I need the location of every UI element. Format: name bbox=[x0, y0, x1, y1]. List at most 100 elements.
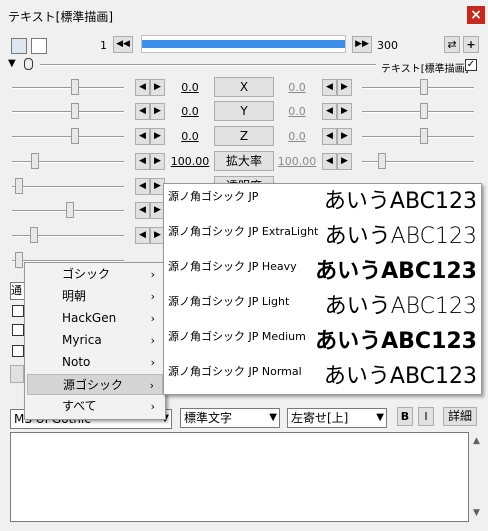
frame-slider-fill bbox=[142, 40, 345, 48]
slider-track-left[interactable] bbox=[12, 161, 124, 163]
increment-end-button[interactable]: ▶ bbox=[337, 153, 352, 170]
font-option[interactable]: 源ノ角ゴシック JP あいうABC123 bbox=[164, 184, 481, 219]
text-input-area[interactable] bbox=[10, 432, 469, 522]
partial-button[interactable] bbox=[10, 365, 24, 383]
font-preview: あいうABC123 bbox=[315, 329, 477, 354]
font-name: 源ノ角ゴシック JP Light bbox=[168, 295, 290, 308]
param-value[interactable]: 0.0 bbox=[170, 105, 210, 118]
slider-track-7[interactable] bbox=[12, 235, 124, 237]
font-option[interactable]: 源ノ角ゴシック JP Medium あいうABC123 bbox=[164, 324, 481, 359]
decrement-end-button[interactable]: ◀ bbox=[322, 128, 337, 145]
swap-button[interactable]: ⇄ bbox=[444, 36, 460, 53]
slider-thumb-left[interactable] bbox=[71, 128, 79, 144]
style-combo[interactable]: 標準文字 ▼ bbox=[180, 408, 280, 428]
slider-track-right[interactable] bbox=[362, 87, 474, 89]
font-option[interactable]: 源ノ角ゴシック JP ExtraLight あいうABC123 bbox=[164, 219, 481, 254]
decrement-button[interactable]: ◀ bbox=[135, 103, 150, 120]
increment-button[interactable]: ▶ bbox=[150, 103, 165, 120]
decrement-end-button[interactable]: ◀ bbox=[322, 153, 337, 170]
object-label: テキスト[標準描画] bbox=[381, 64, 469, 75]
param-value-end[interactable]: 0.0 bbox=[277, 130, 317, 143]
param-value[interactable]: 0.0 bbox=[170, 81, 210, 94]
option-checkbox-2[interactable] bbox=[12, 324, 24, 336]
italic-button[interactable]: I bbox=[418, 407, 434, 426]
slider-thumb-left[interactable] bbox=[71, 103, 79, 119]
add-button[interactable]: + bbox=[463, 36, 479, 53]
increment-end-button[interactable]: ▶ bbox=[337, 128, 352, 145]
menu-item[interactable]: HackGen › bbox=[27, 308, 163, 329]
increment-button[interactable]: ▶ bbox=[150, 153, 165, 170]
decrement-button-6[interactable]: ◀ bbox=[135, 202, 150, 219]
align-combo[interactable]: 左寄せ[上] ▼ bbox=[287, 408, 387, 428]
menu-item[interactable]: 源ゴシック › bbox=[27, 374, 163, 395]
slider-track-right[interactable] bbox=[362, 136, 474, 138]
slider-thumb-8[interactable] bbox=[15, 252, 23, 268]
enable-checkbox[interactable]: ✓ bbox=[465, 59, 477, 71]
slider-thumb-6[interactable] bbox=[66, 202, 74, 218]
submenu-arrow-icon: › bbox=[150, 312, 155, 325]
decrement-end-button[interactable]: ◀ bbox=[322, 79, 337, 96]
menu-item[interactable]: 明朝 › bbox=[27, 286, 163, 307]
slider-track-left[interactable] bbox=[12, 186, 124, 188]
decrement-button[interactable]: ◀ bbox=[135, 178, 150, 195]
slider-thumb-right[interactable] bbox=[420, 128, 428, 144]
menu-item[interactable]: Noto › bbox=[27, 352, 163, 373]
camera-icon[interactable] bbox=[11, 38, 27, 54]
increment-button[interactable]: ▶ bbox=[150, 79, 165, 96]
slider-track-left[interactable] bbox=[12, 87, 124, 89]
menu-item[interactable]: Myrica › bbox=[27, 330, 163, 351]
slider-thumb-right[interactable] bbox=[420, 79, 428, 95]
font-option[interactable]: 源ノ角ゴシック JP Light あいうABC123 bbox=[164, 289, 481, 324]
window-icon[interactable] bbox=[31, 38, 47, 54]
frame-start: 1 bbox=[100, 39, 107, 52]
slider-thumb-left[interactable] bbox=[71, 79, 79, 95]
param-value-end[interactable]: 100.00 bbox=[277, 155, 317, 168]
increment-end-button[interactable]: ▶ bbox=[337, 79, 352, 96]
decrement-end-button[interactable]: ◀ bbox=[322, 103, 337, 120]
font-option[interactable]: 源ノ角ゴシック JP Heavy あいうABC123 bbox=[164, 254, 481, 289]
slider-thumb-7[interactable] bbox=[30, 227, 38, 243]
menu-item[interactable]: ゴシック › bbox=[27, 264, 163, 285]
style-combo-value: 標準文字 bbox=[184, 411, 233, 425]
decrement-button-7[interactable]: ◀ bbox=[135, 227, 150, 244]
decrement-button[interactable]: ◀ bbox=[135, 128, 150, 145]
detail-button[interactable]: 詳細 bbox=[443, 407, 477, 426]
increment-end-button[interactable]: ▶ bbox=[337, 103, 352, 120]
option-checkbox-3[interactable] bbox=[12, 345, 24, 357]
decrement-button[interactable]: ◀ bbox=[135, 153, 150, 170]
slider-track-right[interactable] bbox=[362, 111, 474, 113]
param-value-end[interactable]: 0.0 bbox=[277, 105, 317, 118]
menu-item-label: Noto bbox=[62, 355, 91, 369]
submenu-arrow-icon: › bbox=[150, 400, 155, 413]
menu-item-label: 源ゴシック bbox=[63, 378, 124, 392]
next-frame-button[interactable]: ▶▶ bbox=[352, 36, 372, 53]
font-preview: あいうABC123 bbox=[324, 294, 477, 319]
close-button[interactable]: × bbox=[467, 6, 485, 24]
slider-track-left[interactable] bbox=[12, 136, 124, 138]
option-checkbox-1[interactable] bbox=[12, 305, 24, 317]
menu-item[interactable]: すべて › bbox=[27, 396, 163, 417]
slider-thumb-right[interactable] bbox=[420, 103, 428, 119]
menu-item-label: Myrica bbox=[62, 333, 102, 347]
bold-button[interactable]: B bbox=[397, 407, 413, 426]
param-label-button[interactable]: 拡大率 bbox=[214, 151, 274, 171]
param-value[interactable]: 100.00 bbox=[170, 155, 210, 168]
collapse-toggle-icon[interactable]: ▼ bbox=[8, 58, 16, 69]
text-scrollbar[interactable]: ▲ ▼ bbox=[469, 432, 486, 522]
param-label-button[interactable]: Z bbox=[214, 126, 274, 146]
param-label-button[interactable]: X bbox=[214, 77, 274, 97]
slider-thumb-left[interactable] bbox=[15, 178, 23, 194]
slider-track-left[interactable] bbox=[12, 111, 124, 113]
param-value-end[interactable]: 0.0 bbox=[277, 81, 317, 94]
param-value[interactable]: 0.0 bbox=[170, 130, 210, 143]
font-option[interactable]: 源ノ角ゴシック JP Normal あいうABC123 bbox=[164, 359, 481, 394]
param-label-button[interactable]: Y bbox=[214, 101, 274, 121]
prev-frame-button[interactable]: ◀◀ bbox=[113, 36, 133, 53]
slider-thumb-left[interactable] bbox=[31, 153, 39, 169]
submenu-arrow-icon: › bbox=[150, 334, 155, 347]
increment-button[interactable]: ▶ bbox=[150, 128, 165, 145]
scroll-up-icon[interactable]: ▲ bbox=[473, 436, 480, 446]
scroll-down-icon[interactable]: ▼ bbox=[473, 508, 480, 518]
decrement-button[interactable]: ◀ bbox=[135, 79, 150, 96]
slider-thumb-right[interactable] bbox=[378, 153, 386, 169]
